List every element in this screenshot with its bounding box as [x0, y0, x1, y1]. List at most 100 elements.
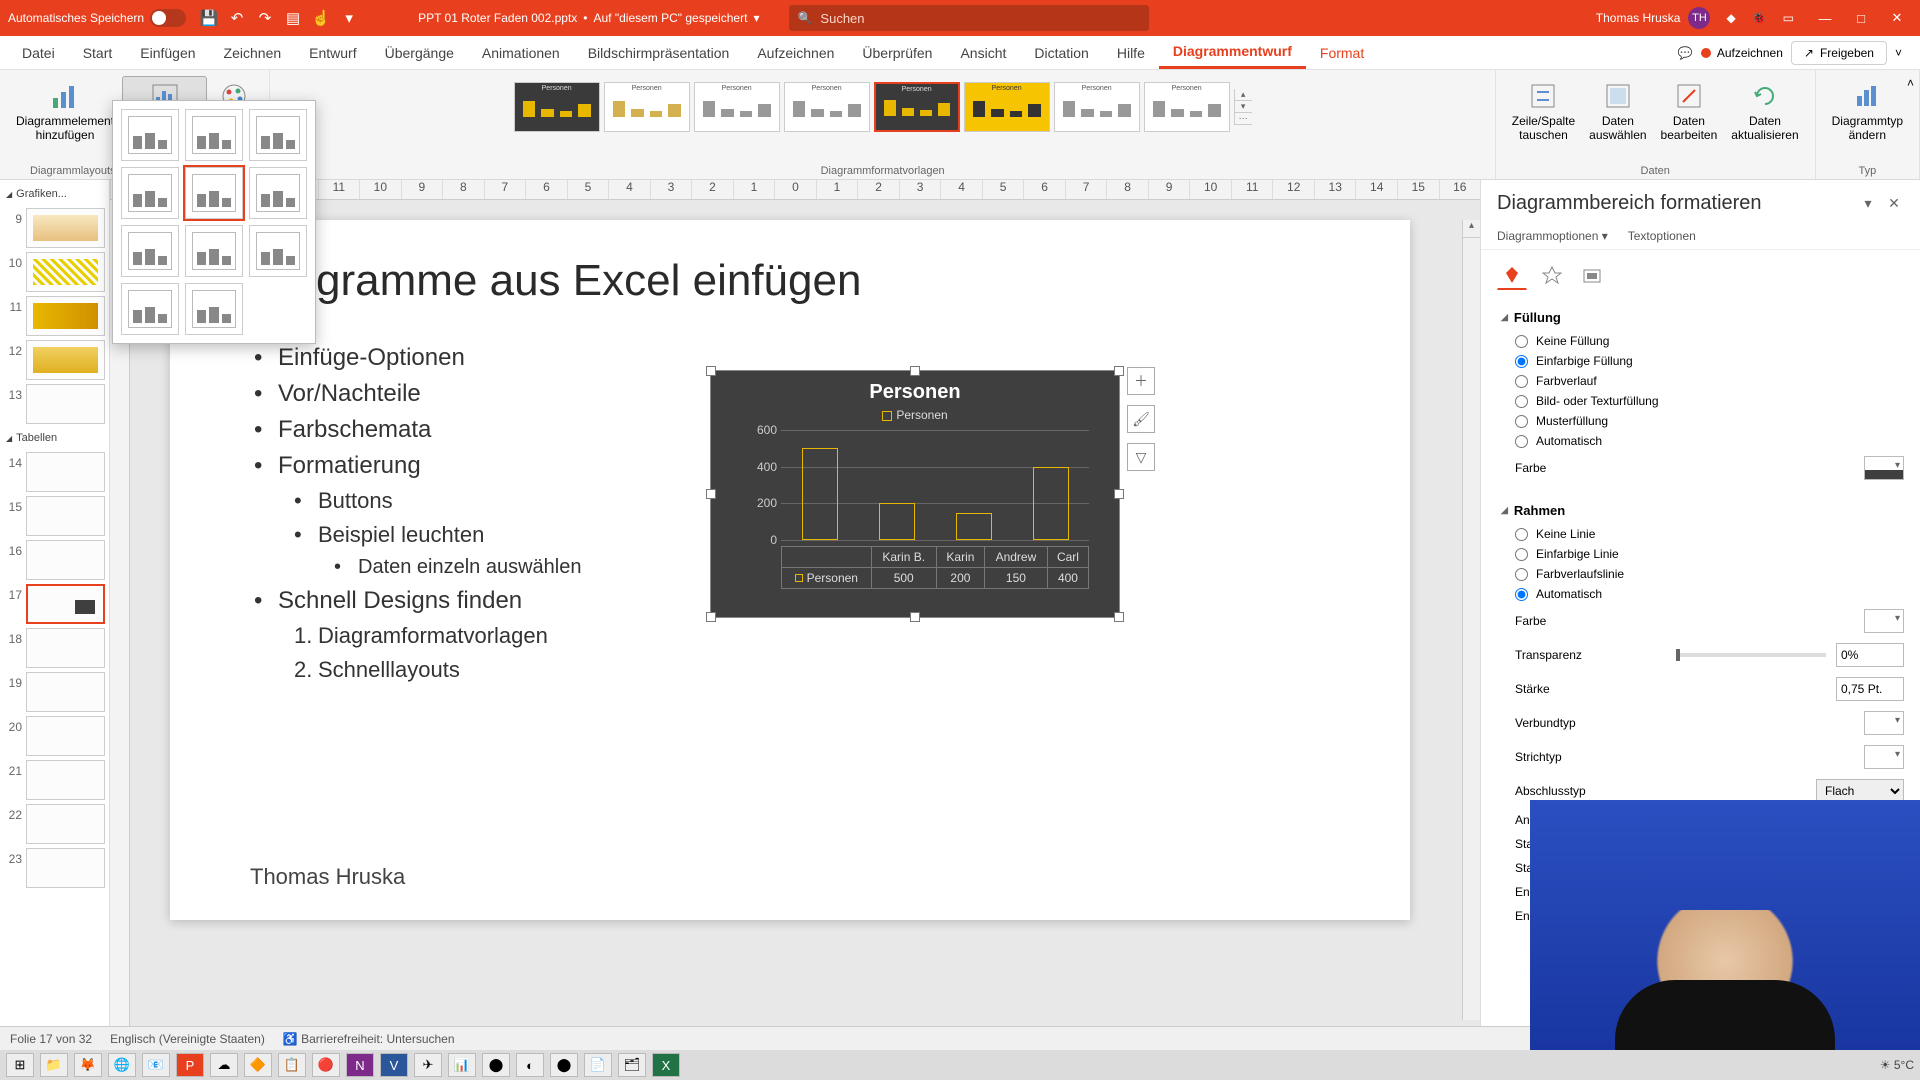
touch-mode-icon[interactable]: ☝ [312, 9, 330, 27]
styles-scroll-more[interactable]: ⋯ [1235, 113, 1252, 125]
quick-layout-10[interactable] [121, 283, 179, 335]
resize-handle-tl[interactable] [706, 366, 716, 376]
window-mode-icon[interactable]: ▭ [1783, 11, 1794, 25]
tab-dictation[interactable]: Dictation [1020, 36, 1102, 69]
quick-layout-9[interactable] [249, 225, 307, 277]
resize-handle-bl[interactable] [706, 612, 716, 622]
app-icon-2[interactable]: 📋 [278, 1053, 306, 1077]
fill-gradient-radio[interactable] [1515, 375, 1528, 388]
visio-icon[interactable]: V [380, 1053, 408, 1077]
size-props-icon[interactable] [1577, 260, 1607, 290]
resize-handle-tr[interactable] [1114, 366, 1124, 376]
comments-icon[interactable]: 💬 [1678, 46, 1693, 60]
slide-thumb-23[interactable] [26, 848, 105, 888]
styles-scroll-down[interactable]: ▾ [1235, 101, 1252, 113]
switch-row-col-button[interactable]: Zeile/Spalte tauschen [1506, 76, 1581, 147]
transparency-value[interactable] [1836, 643, 1904, 667]
resize-handle-br[interactable] [1114, 612, 1124, 622]
chart-style-2[interactable]: Personen [604, 82, 690, 132]
tab-aufzeichnen[interactable]: Aufzeichnen [743, 36, 848, 69]
thumb-section-grafiken[interactable]: Grafiken... [4, 184, 105, 204]
diamond-icon[interactable]: ◆ [1726, 11, 1735, 25]
slide-thumb-20[interactable] [26, 716, 105, 756]
quick-layout-11[interactable] [185, 283, 243, 335]
chart-data-table[interactable]: Karin B.KarinAndrewCarlPersonen500200150… [781, 546, 1089, 589]
resize-handle-ml[interactable] [706, 489, 716, 499]
chart-style-5[interactable]: Personen [874, 82, 960, 132]
slide-thumb-19[interactable] [26, 672, 105, 712]
slide-thumb-11[interactable] [26, 296, 105, 336]
tab-animationen[interactable]: Animationen [468, 36, 574, 69]
scroll-up-icon[interactable]: ▴ [1463, 220, 1480, 238]
tab-uebergaenge[interactable]: Übergänge [371, 36, 468, 69]
fill-color-picker[interactable] [1864, 456, 1904, 480]
slide-thumb-14[interactable] [26, 452, 105, 492]
accessibility-checker[interactable]: ♿ Barrierefreiheit: Untersuchen [283, 1032, 455, 1046]
compound-type-picker[interactable] [1864, 711, 1904, 735]
quick-layout-1[interactable] [121, 109, 179, 161]
chart-bar[interactable] [802, 448, 838, 540]
chart-elements-button[interactable]: ＋ [1127, 367, 1155, 395]
user-account[interactable]: Thomas Hruska TH [1596, 7, 1711, 29]
thumb-section-tabellen[interactable]: Tabellen [4, 428, 105, 448]
vlc-icon[interactable]: 🔶 [244, 1053, 272, 1077]
fill-section-header[interactable]: Füllung [1501, 304, 1904, 331]
app-icon[interactable]: ☁ [210, 1053, 238, 1077]
undo-icon[interactable]: ↶ [228, 9, 246, 27]
tab-diagrammentwurf[interactable]: Diagrammentwurf [1159, 36, 1306, 69]
app-icon-8[interactable]: 📄 [584, 1053, 612, 1077]
ribbon-collapse-btn[interactable]: ˄ [1907, 76, 1914, 90]
border-section-header[interactable]: Rahmen [1501, 497, 1904, 524]
tab-ueberpruefen[interactable]: Überprüfen [848, 36, 946, 69]
slide-thumb-10[interactable] [26, 252, 105, 292]
fill-picture-radio[interactable] [1515, 395, 1528, 408]
firefox-icon[interactable]: 🦊 [74, 1053, 102, 1077]
save-icon[interactable]: 💾 [200, 9, 218, 27]
refresh-data-button[interactable]: Daten aktualisieren [1725, 76, 1804, 147]
format-pane-dropdown[interactable]: ▾ [1858, 195, 1878, 212]
tab-hilfe[interactable]: Hilfe [1103, 36, 1159, 69]
slide-thumb-17[interactable] [26, 584, 105, 624]
onenote-icon[interactable]: N [346, 1053, 374, 1077]
app-icon-4[interactable]: 📊 [448, 1053, 476, 1077]
powerpoint-icon[interactable]: P [176, 1053, 204, 1077]
bug-icon[interactable]: 🐞 [1752, 11, 1767, 25]
tab-einfuegen[interactable]: Einfügen [126, 36, 209, 69]
tab-bildschirm[interactable]: Bildschirmpräsentation [574, 36, 744, 69]
slide-thumbnails-panel[interactable]: Grafiken... 9 10 11 12 13 Tabellen 14 15… [0, 180, 110, 1050]
change-chart-type-button[interactable]: Diagrammtyp ändern [1826, 76, 1909, 147]
canvas-scrollbar-vertical[interactable]: ▴ [1462, 220, 1480, 1020]
slide-thumb-21[interactable] [26, 760, 105, 800]
chart-bar[interactable] [956, 513, 992, 541]
line-gradient-radio[interactable] [1515, 568, 1528, 581]
minimize-button[interactable]: — [1810, 6, 1840, 30]
outlook-icon[interactable]: 📧 [142, 1053, 170, 1077]
slide-title[interactable]: Diagramme aus Excel einfügen [250, 256, 861, 306]
slideshow-icon[interactable]: ▤ [284, 9, 302, 27]
redo-icon[interactable]: ↷ [256, 9, 274, 27]
edit-data-button[interactable]: Daten bearbeiten [1655, 76, 1724, 147]
share-button[interactable]: ↗Freigeben [1791, 41, 1887, 65]
tab-format[interactable]: Format [1306, 36, 1378, 69]
file-explorer-icon[interactable]: 📁 [40, 1053, 68, 1077]
styles-scroll-up[interactable]: ▴ [1235, 89, 1252, 101]
tab-start[interactable]: Start [69, 36, 127, 69]
resize-handle-bm[interactable] [910, 612, 920, 622]
start-button[interactable]: ⊞ [6, 1053, 34, 1077]
tab-chart-options[interactable]: Diagrammoptionen ▾ [1497, 223, 1608, 249]
maximize-button[interactable]: □ [1846, 6, 1876, 30]
quick-layout-3[interactable] [249, 109, 307, 161]
tab-entwurf[interactable]: Entwurf [295, 36, 370, 69]
chart-style-4[interactable]: Personen [784, 82, 870, 132]
slide-thumb-18[interactable] [26, 628, 105, 668]
fill-solid-radio[interactable] [1515, 355, 1528, 368]
dash-type-picker[interactable] [1864, 745, 1904, 769]
chart-style-7[interactable]: Personen [1054, 82, 1140, 132]
chart-object[interactable]: Personen Personen 0200400600 Karin B.Kar… [710, 370, 1120, 618]
record-button[interactable]: Aufzeichnen [1701, 46, 1783, 60]
slide-thumb-13[interactable] [26, 384, 105, 424]
qat-more-icon[interactable]: ▾ [340, 9, 358, 27]
fill-pattern-radio[interactable] [1515, 415, 1528, 428]
tab-datei[interactable]: Datei [8, 36, 69, 69]
add-chart-element-button[interactable]: Diagrammelement hinzufügen [10, 76, 120, 147]
